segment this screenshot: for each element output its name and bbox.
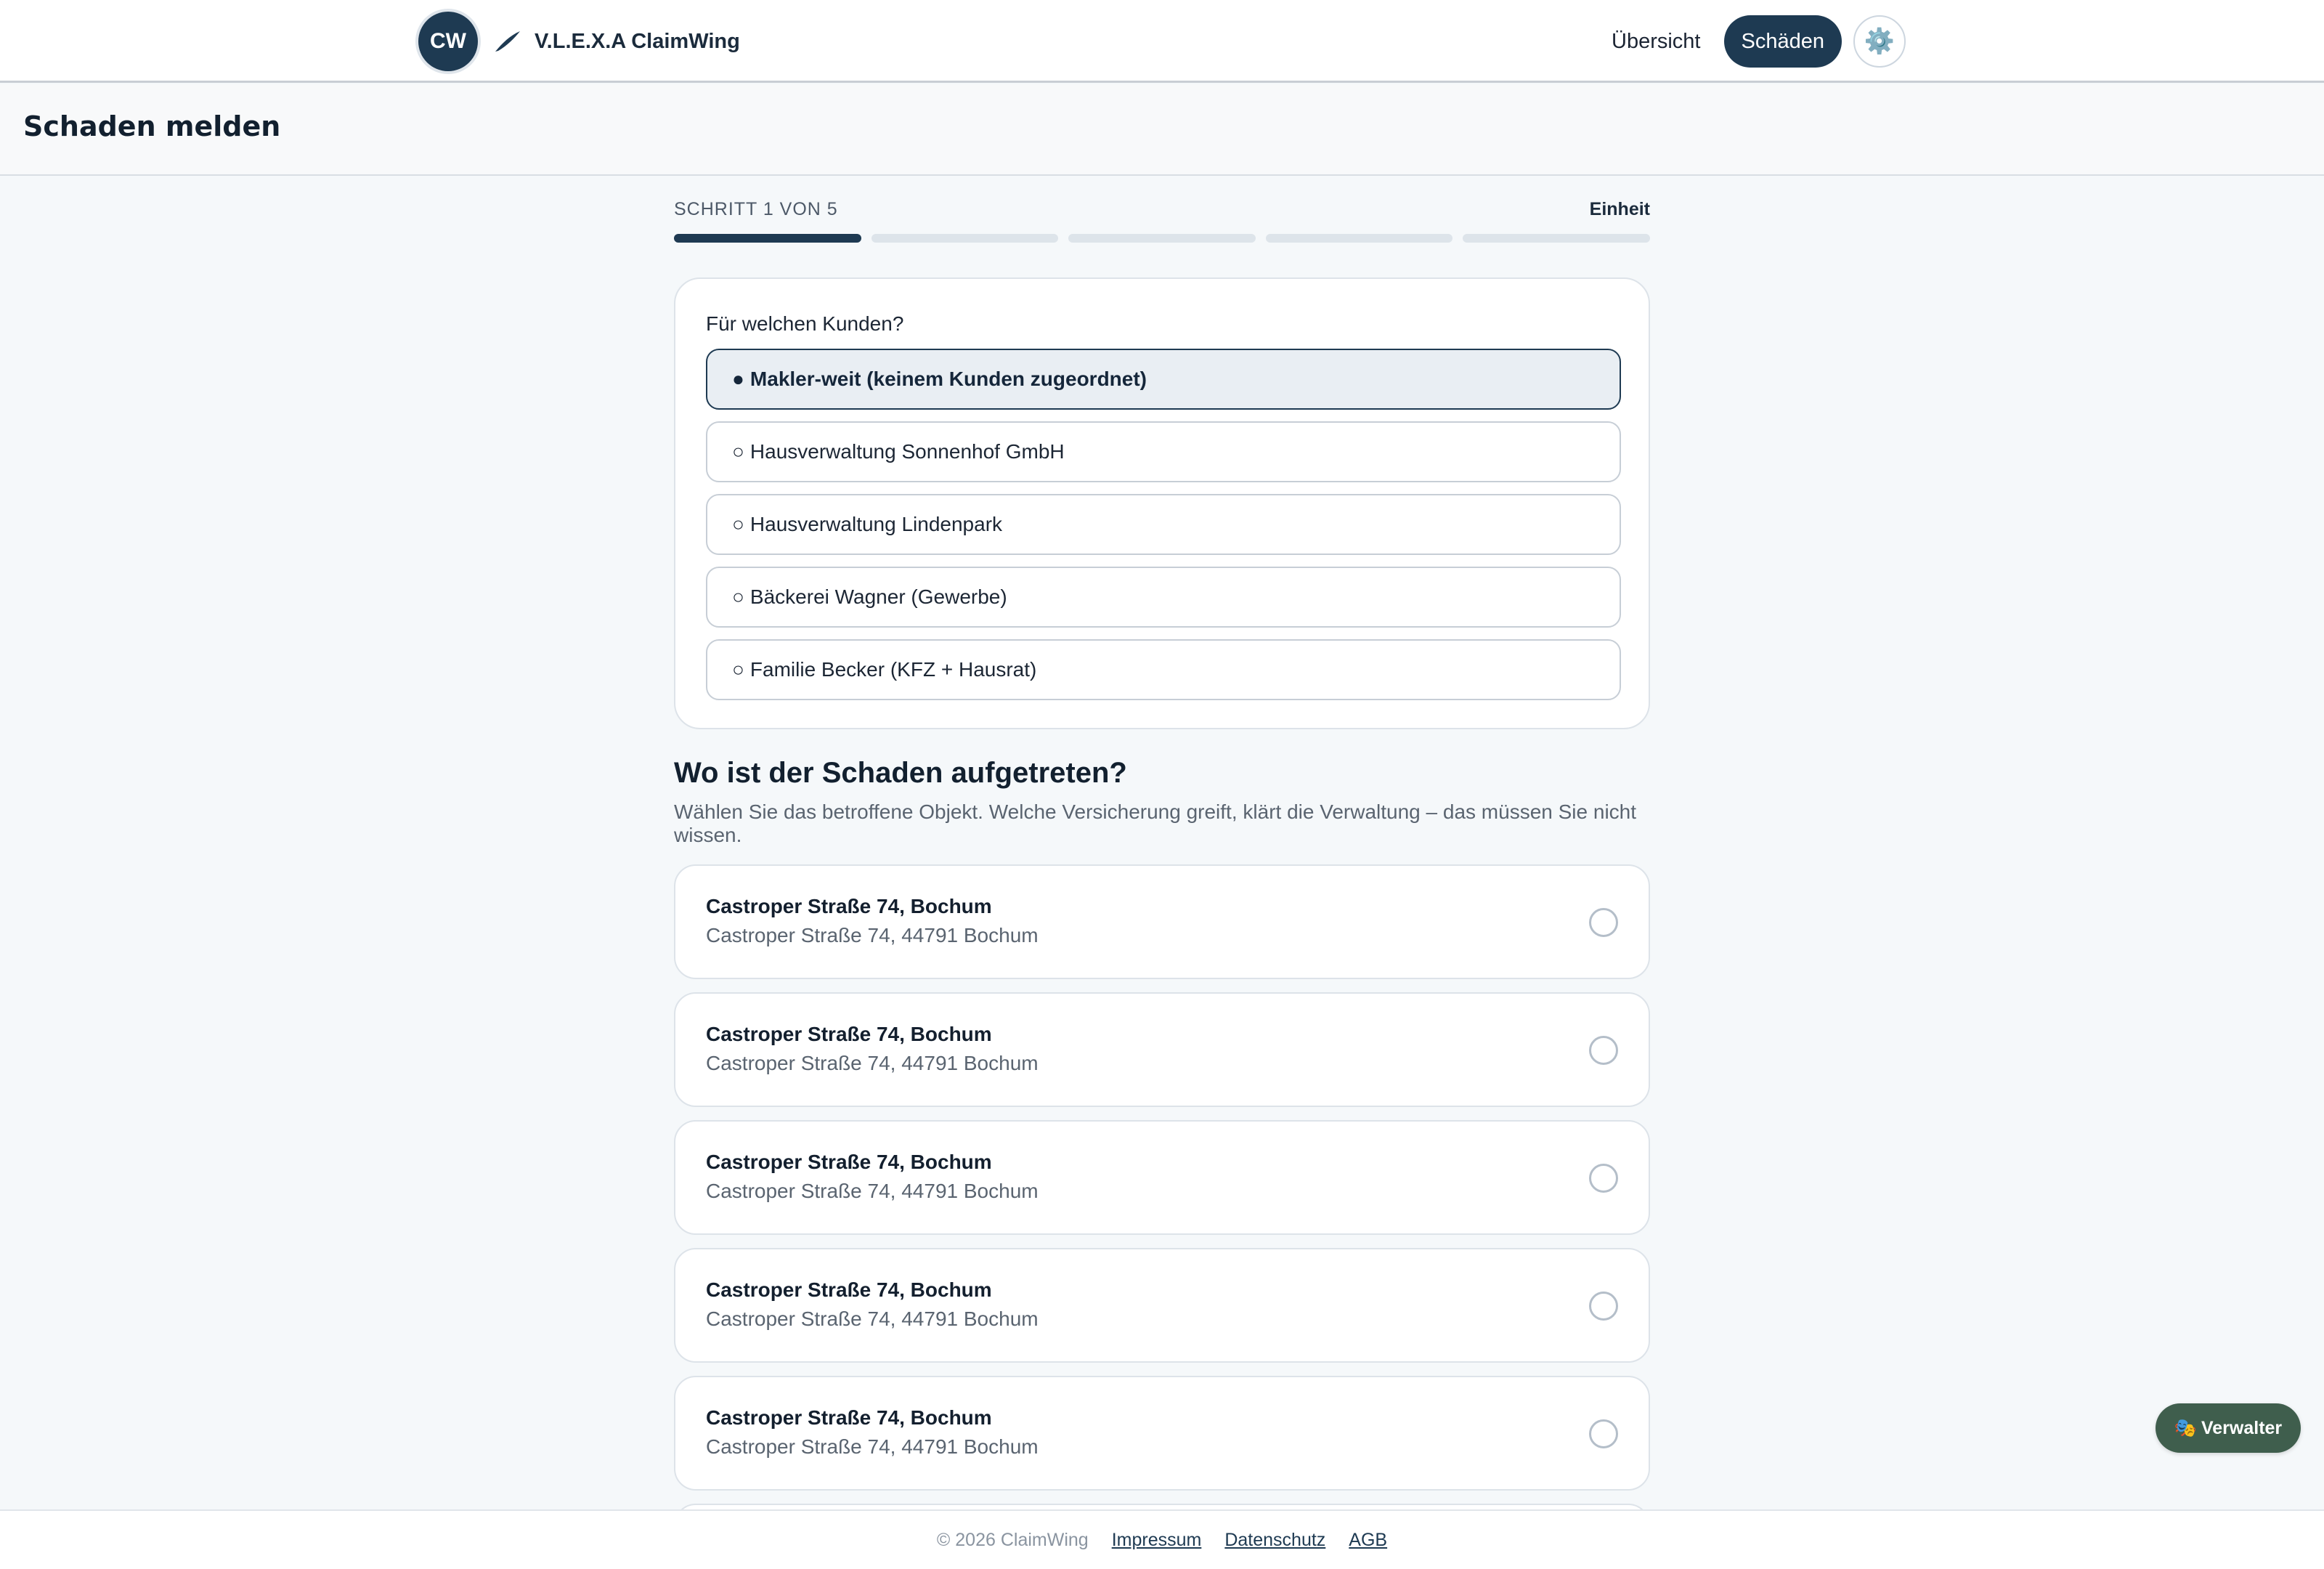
object-address: Castroper Straße 74, 44791 Bochum (706, 1052, 1039, 1074)
object-card[interactable]: Castroper Straße 74, Bochum Castroper St… (674, 1376, 1650, 1491)
object-address: Castroper Straße 74, 44791 Bochum (706, 1435, 1039, 1458)
title-band: Schaden melden (0, 84, 2324, 176)
object-card[interactable]: Castroper Straße 74, Bochum Castroper St… (674, 864, 1650, 979)
step-counter: SCHRITT 1 VON 5 (674, 199, 838, 219)
object-title: Castroper Straße 74, Bochum (706, 895, 992, 917)
object-radio[interactable] (1589, 1419, 1618, 1448)
progress-segment (1463, 234, 1650, 243)
object-address: Castroper Straße 74, 44791 Bochum (706, 924, 1039, 946)
location-heading: Wo ist der Schaden aufgetreten? (674, 757, 1127, 789)
object-title: Castroper Straße 74, Bochum (706, 1151, 992, 1173)
object-radio[interactable] (1589, 1164, 1618, 1193)
customer-option[interactable]: ○ Bäckerei Wagner (Gewerbe) (706, 567, 1621, 628)
radio-mark: ○ (732, 513, 744, 535)
customer-option[interactable]: ● Makler-weit (keinem Kunden zugeordnet) (706, 349, 1621, 410)
settings-button[interactable]: ⚙️ (1853, 15, 1906, 68)
privacy-link[interactable]: Datenschutz (1224, 1530, 1325, 1551)
brand-name: V.L.E.X.A ClaimWing (535, 29, 740, 53)
object-card[interactable]: Castroper Straße 74, Bochum Castroper St… (674, 992, 1650, 1107)
top-header: CW V.L.E.X.A ClaimWing Übersicht Schäden… (0, 0, 2324, 83)
object-radio[interactable] (1589, 908, 1618, 937)
customer-option-label: Bäckerei Wagner (Gewerbe) (749, 585, 1007, 608)
object-title: Castroper Straße 74, Bochum (706, 1278, 992, 1301)
customer-option-label: Familie Becker (KFZ + Hausrat) (749, 658, 1037, 681)
copyright: © 2026 ClaimWing (936, 1529, 1089, 1550)
progress-segment (871, 234, 1059, 243)
step-progress (674, 234, 1650, 243)
logo[interactable]: CW (418, 12, 478, 71)
object-address: Castroper Straße 74, 44791 Bochum (706, 1308, 1039, 1330)
radio-mark: ○ (732, 585, 744, 608)
object-title: Castroper Straße 74, Bochum (706, 1406, 992, 1429)
brand[interactable]: CW V.L.E.X.A ClaimWing (418, 12, 740, 71)
object-card[interactable]: Castroper Straße 74, Bochum Castroper St… (674, 1248, 1650, 1363)
gear-icon: ⚙️ (1864, 28, 1896, 55)
role-switch-label: Verwalter (2201, 1417, 2283, 1438)
theater-mask-icon: 🎭 (2174, 1417, 2197, 1438)
radio-mark: ● (732, 368, 744, 390)
footer: © 2026 ClaimWing Impressum Datenschutz A… (0, 1509, 2324, 1569)
customer-option-label: Makler-weit (keinem Kunden zugeordnet) (749, 368, 1147, 390)
main-nav: Übersicht Schäden ⚙️ (1612, 15, 1906, 68)
customer-question: Für welchen Kunden? (706, 312, 904, 335)
customer-option[interactable]: ○ Hausverwaltung Lindenpark (706, 494, 1621, 555)
customer-option-label: Hausverwaltung Sonnenhof GmbH (749, 440, 1065, 463)
feather-icon (492, 27, 521, 56)
progress-segment (674, 234, 861, 243)
object-card[interactable]: Castroper Straße 74, Bochum Castroper St… (674, 1120, 1650, 1235)
radio-mark: ○ (732, 658, 744, 681)
nav-claims[interactable]: Schäden (1723, 15, 1842, 68)
customer-option[interactable]: ○ Hausverwaltung Sonnenhof GmbH (706, 421, 1621, 482)
impressum-link[interactable]: Impressum (1112, 1530, 1202, 1551)
terms-link[interactable]: AGB (1349, 1530, 1387, 1551)
customer-option-label: Hausverwaltung Lindenpark (749, 513, 1003, 535)
object-title: Castroper Straße 74, Bochum (706, 1023, 992, 1045)
location-description: Wählen Sie das betroffene Objekt. Welche… (674, 800, 1637, 846)
customer-card: Für welchen Kunden? ● Makler-weit (keine… (674, 277, 1650, 729)
object-radio[interactable] (1589, 1292, 1618, 1321)
page-title: Schaden melden (23, 110, 281, 142)
progress-segment (1068, 234, 1256, 243)
customer-option[interactable]: ○ Familie Becker (KFZ + Hausrat) (706, 639, 1621, 700)
object-address: Castroper Straße 74, 44791 Bochum (706, 1180, 1039, 1202)
role-switch-button[interactable]: 🎭 Verwalter (2156, 1403, 2301, 1453)
radio-mark: ○ (732, 440, 744, 463)
progress-segment (1265, 234, 1453, 243)
object-radio[interactable] (1589, 1036, 1618, 1065)
step-name: Einheit (1589, 199, 1650, 219)
stepper-header: SCHRITT 1 VON 5 Einheit (674, 199, 1650, 221)
nav-overview[interactable]: Übersicht (1612, 30, 1701, 54)
